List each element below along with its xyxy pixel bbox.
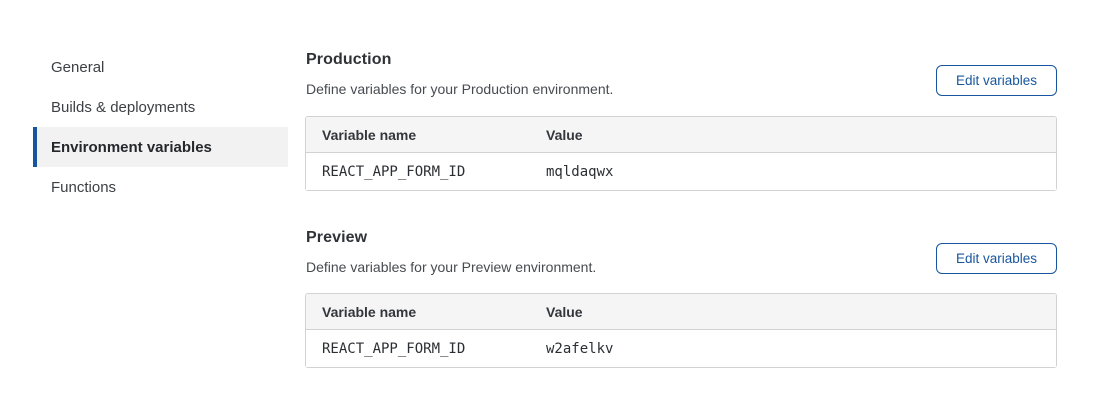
preview-section-title: Preview: [306, 229, 367, 247]
production-section-description: Define variables for your Production env…: [306, 81, 613, 97]
column-header-value: Value: [546, 127, 1056, 143]
variable-value-cell: mqldaqwx: [546, 164, 1056, 180]
column-header-variable-name: Variable name: [306, 304, 546, 320]
preview-section-description: Define variables for your Preview enviro…: [306, 259, 596, 275]
variable-name-cell: REACT_APP_FORM_ID: [306, 341, 546, 357]
preview-edit-variables-button[interactable]: Edit variables: [936, 243, 1057, 274]
sidebar-item-functions[interactable]: Functions: [33, 167, 288, 207]
sidebar-item-label: Functions: [51, 179, 116, 196]
production-variables-table: Variable name Value REACT_APP_FORM_ID mq…: [305, 116, 1057, 191]
settings-page: General Builds & deployments Environment…: [0, 0, 1100, 420]
variable-name-cell: REACT_APP_FORM_ID: [306, 164, 546, 180]
sidebar-item-label: Environment variables: [51, 139, 212, 156]
production-edit-variables-button[interactable]: Edit variables: [936, 65, 1057, 96]
sidebar-item-builds-deployments[interactable]: Builds & deployments: [33, 87, 288, 127]
sidebar-item-label: General: [51, 59, 104, 76]
column-header-value: Value: [546, 304, 1056, 320]
preview-variables-table: Variable name Value REACT_APP_FORM_ID w2…: [305, 293, 1057, 368]
variable-value-cell: w2afelkv: [546, 341, 1056, 357]
production-section-title: Production: [306, 51, 391, 69]
table-header-row: Variable name Value: [306, 294, 1056, 330]
table-row: REACT_APP_FORM_ID mqldaqwx: [306, 153, 1056, 190]
sidebar-item-general[interactable]: General: [33, 47, 288, 87]
table-header-row: Variable name Value: [306, 117, 1056, 153]
column-header-variable-name: Variable name: [306, 127, 546, 143]
sidebar-item-label: Builds & deployments: [51, 99, 195, 116]
sidebar-item-environment-variables[interactable]: Environment variables: [33, 127, 288, 167]
table-row: REACT_APP_FORM_ID w2afelkv: [306, 330, 1056, 367]
settings-sidebar: General Builds & deployments Environment…: [33, 47, 288, 207]
